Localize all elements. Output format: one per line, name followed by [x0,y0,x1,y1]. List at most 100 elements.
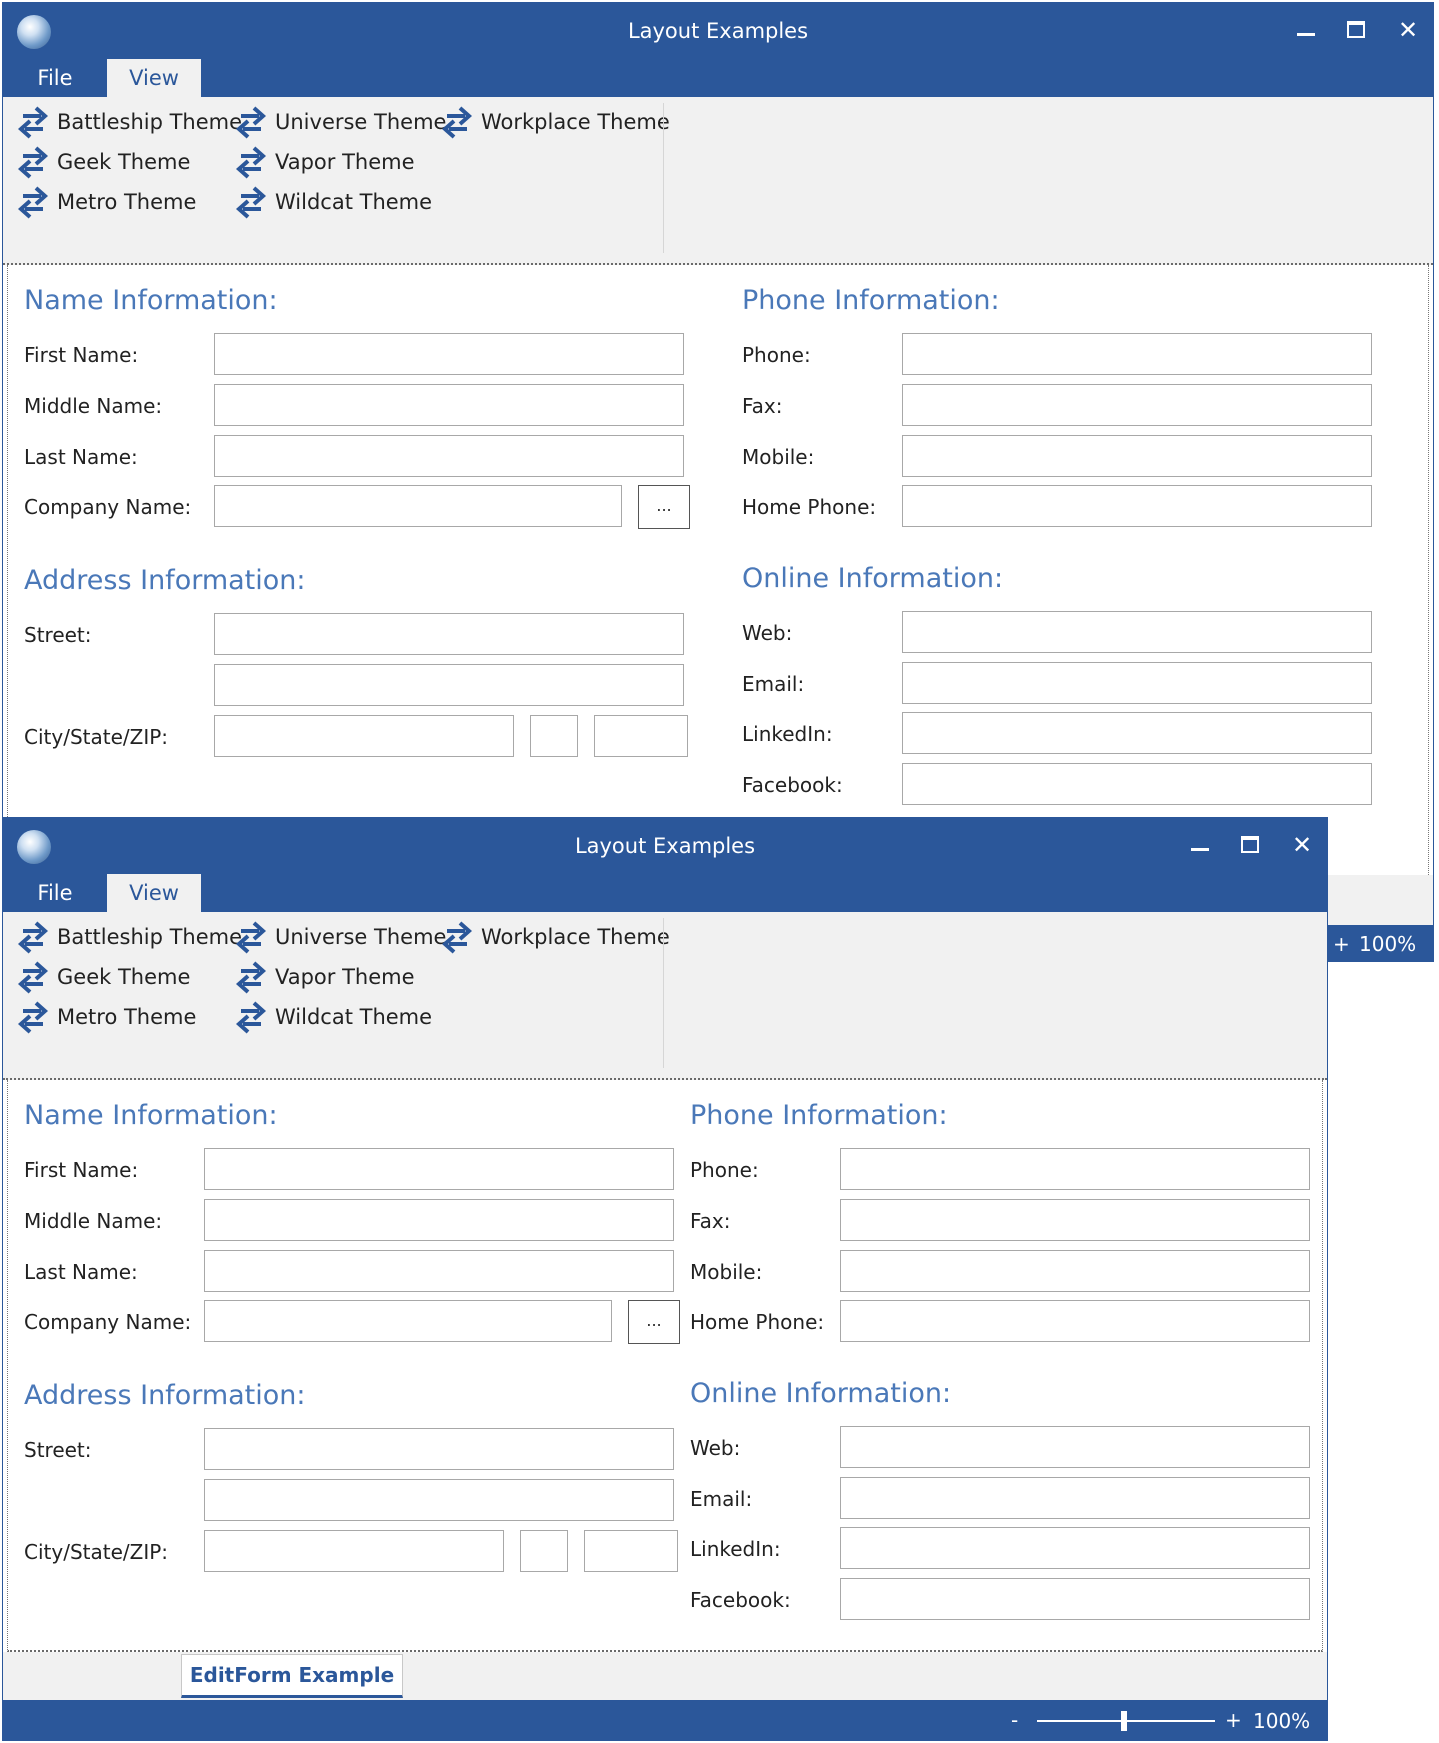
last-name-label: Last Name: [24,445,138,469]
ribbon-separator [663,103,664,253]
section-online-heading: Online Information: [742,563,1004,594]
home-phone-field[interactable] [840,1300,1310,1342]
mobile-field[interactable] [840,1250,1310,1292]
city-field[interactable] [214,715,514,757]
last-name-field[interactable] [214,435,684,477]
home-phone-label: Home Phone: [742,495,877,519]
email-label: Email: [690,1487,753,1511]
web-label: Web: [690,1436,741,1460]
theme-wildcat[interactable]: Wildcat Theme [235,1000,432,1034]
zoom-slider-thumb[interactable] [1121,1711,1127,1731]
street-field-2[interactable] [204,1479,674,1521]
facebook-field[interactable] [902,763,1372,805]
fax-field[interactable] [840,1199,1310,1241]
zoom-plus-button[interactable]: + [1333,932,1350,956]
foreground-window: Layout Examples ✕ File View Battleship T… [2,817,1328,1741]
company-name-label: Company Name: [24,495,192,519]
theme-universe[interactable]: Universe Theme [235,105,446,139]
title-bar[interactable]: Layout Examples ✕ [3,3,1433,59]
minimize-button[interactable] [1291,15,1321,45]
zoom-minus-button[interactable]: - [1011,1708,1018,1732]
street-field-1[interactable] [204,1428,674,1470]
theme-workplace[interactable]: Workplace Theme [441,920,670,954]
company-lookup-button[interactable]: ... [638,485,690,529]
phone-field[interactable] [840,1148,1310,1190]
fax-field[interactable] [902,384,1372,426]
theme-battleship[interactable]: Battleship Theme [17,920,242,954]
menu-file[interactable]: File [13,59,97,97]
form-area: Name Information: First Name: Middle Nam… [7,265,1429,877]
menu-view[interactable]: View [107,59,201,97]
company-lookup-button[interactable]: ... [628,1300,680,1344]
web-field[interactable] [840,1426,1310,1468]
linkedin-field[interactable] [902,712,1372,754]
company-name-field[interactable] [204,1300,612,1342]
maximize-icon [1241,836,1259,853]
theme-vapor[interactable]: Vapor Theme [235,960,415,994]
middle-name-label: Middle Name: [24,394,163,418]
theme-geek[interactable]: Geek Theme [17,960,190,994]
mobile-field[interactable] [902,435,1372,477]
theme-label: Geek Theme [57,150,191,174]
linkedin-label: LinkedIn: [742,722,833,746]
email-label: Email: [742,672,805,696]
menu-file[interactable]: File [13,874,97,912]
facebook-label: Facebook: [742,773,843,797]
theme-geek[interactable]: Geek Theme [17,145,190,179]
close-button[interactable]: ✕ [1287,830,1317,860]
theme-label: Workplace Theme [481,925,670,949]
first-name-field[interactable] [204,1148,674,1190]
menu-view[interactable]: View [107,874,201,912]
home-phone-field[interactable] [902,485,1372,527]
phone-field[interactable] [902,333,1372,375]
close-button[interactable]: ✕ [1393,15,1423,45]
title-bar[interactable]: Layout Examples ✕ [3,818,1327,874]
theme-workplace[interactable]: Workplace Theme [441,105,670,139]
swap-arrows-icon [441,105,473,139]
zip-field[interactable] [594,715,688,757]
theme-label: Wildcat Theme [275,190,433,214]
theme-vapor[interactable]: Vapor Theme [235,145,415,179]
mobile-label: Mobile: [690,1260,763,1284]
email-field[interactable] [902,662,1372,704]
linkedin-label: LinkedIn: [690,1537,781,1561]
theme-metro[interactable]: Metro Theme [17,1000,196,1034]
middle-name-field[interactable] [204,1199,674,1241]
theme-label: Wildcat Theme [275,1005,433,1029]
email-field[interactable] [840,1477,1310,1519]
section-address-heading: Address Information: [24,1380,306,1411]
last-name-field[interactable] [204,1250,674,1292]
menu-bar: File View [3,874,1327,912]
web-field[interactable] [902,611,1372,653]
first-name-field[interactable] [214,333,684,375]
zip-field[interactable] [584,1530,678,1572]
street-field-1[interactable] [214,613,684,655]
theme-label: Workplace Theme [481,110,670,134]
city-field[interactable] [204,1530,504,1572]
theme-label: Vapor Theme [275,965,415,989]
theme-universe[interactable]: Universe Theme [235,920,446,954]
fax-label: Fax: [690,1209,731,1233]
maximize-button[interactable] [1341,15,1371,45]
zoom-plus-button[interactable]: + [1225,1708,1242,1732]
swap-arrows-icon [17,185,49,219]
first-name-label: First Name: [24,343,139,367]
maximize-button[interactable] [1235,830,1265,860]
linkedin-field[interactable] [840,1527,1310,1569]
document-tabstrip: EditForm Example [3,1652,1327,1700]
first-name-label: First Name: [24,1158,139,1182]
theme-battleship[interactable]: Battleship Theme [17,105,242,139]
middle-name-field[interactable] [214,384,684,426]
company-name-field[interactable] [214,485,622,527]
theme-wildcat[interactable]: Wildcat Theme [235,185,432,219]
section-phone-heading: Phone Information: [690,1100,948,1131]
state-field[interactable] [520,1530,568,1572]
section-name-heading: Name Information: [24,285,278,316]
minimize-button[interactable] [1185,830,1215,860]
street-field-2[interactable] [214,664,684,706]
state-field[interactable] [530,715,578,757]
facebook-field[interactable] [840,1578,1310,1620]
tab-editform-example[interactable]: EditForm Example [181,1654,403,1698]
theme-metro[interactable]: Metro Theme [17,185,196,219]
ribbon-view: Battleship Theme Universe Theme Workplac… [3,97,1433,265]
